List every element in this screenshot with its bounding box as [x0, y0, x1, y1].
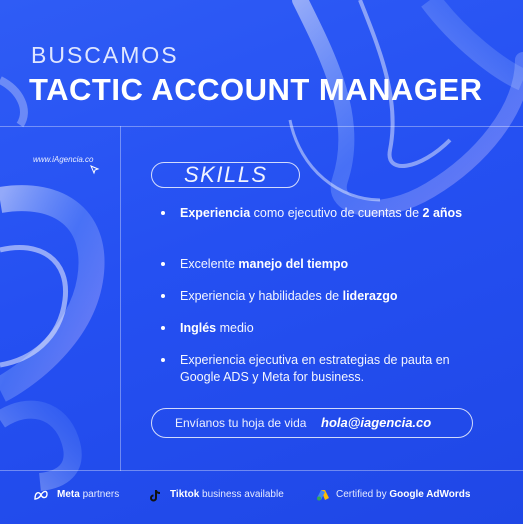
cta-text: Envíanos tu hoja de vida — [175, 416, 307, 430]
bold-text: 2 años — [422, 206, 463, 220]
apply-cta[interactable]: Envíanos tu hoja de vida hola@iagencia.c… — [151, 408, 473, 438]
item-text: Experiencia y habilidades de — [180, 289, 343, 303]
item-text: Experiencia ejecutiva en estrategias de … — [180, 353, 450, 384]
meta-icon — [34, 490, 48, 500]
meta-partners: Meta partners — [57, 489, 120, 500]
tiktok-business: Tiktok business available — [170, 489, 284, 500]
bold-text: Experiencia — [180, 206, 251, 220]
website-link[interactable]: www.iAgencia.co — [33, 155, 93, 164]
tiktok-icon — [150, 489, 161, 502]
footer: Meta partners Tiktok business available … — [0, 482, 523, 508]
item-text: medio — [216, 321, 254, 335]
kicker-text: BUSCAMOS — [31, 42, 179, 68]
bold-text: Inglés — [180, 321, 217, 335]
bullet-icon — [161, 294, 165, 298]
job-title: TACTIC ACCOUNT MANAGER — [29, 72, 483, 107]
bold-text: manejo del tiempo — [238, 257, 349, 271]
bullet-icon — [161, 211, 165, 215]
skills-heading: SKILLS — [184, 162, 268, 187]
google-certified: Certified by Google AdWords — [336, 489, 471, 500]
bullet-icon — [161, 358, 165, 362]
cursor-icon — [90, 165, 100, 175]
divider-top — [0, 126, 523, 127]
item-text: Excelente — [180, 257, 239, 271]
bold-text: liderazgo — [342, 289, 398, 303]
item-text: como ejecutivo de cuentas de — [250, 206, 423, 220]
job-poster: BUSCAMOS TACTIC ACCOUNT MANAGER www.iAge… — [0, 0, 523, 524]
bullet-icon — [161, 262, 165, 266]
bullet-icon — [161, 326, 165, 330]
google-ads-icon — [317, 490, 329, 501]
email-link[interactable]: hola@iagencia.co — [321, 409, 431, 437]
divider-bottom — [0, 470, 523, 471]
divider-vertical — [120, 126, 121, 471]
